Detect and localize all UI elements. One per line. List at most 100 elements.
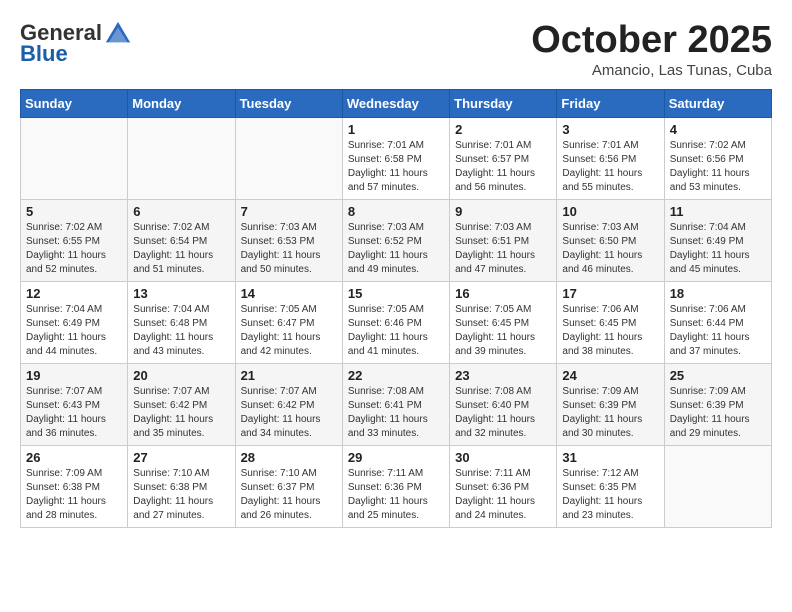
day-number: 2 bbox=[455, 122, 551, 137]
day-info: Sunrise: 7:09 AM Sunset: 6:39 PM Dayligh… bbox=[670, 385, 766, 441]
day-number: 31 bbox=[562, 450, 658, 465]
calendar-cell: 21Sunrise: 7:07 AM Sunset: 6:42 PM Dayli… bbox=[235, 363, 342, 445]
weekday-header-row: SundayMondayTuesdayWednesdayThursdayFrid… bbox=[21, 89, 772, 117]
day-info: Sunrise: 7:09 AM Sunset: 6:38 PM Dayligh… bbox=[26, 467, 122, 523]
day-info: Sunrise: 7:11 AM Sunset: 6:36 PM Dayligh… bbox=[455, 467, 551, 523]
weekday-thursday: Thursday bbox=[450, 89, 557, 117]
day-info: Sunrise: 7:03 AM Sunset: 6:51 PM Dayligh… bbox=[455, 221, 551, 277]
title-block: October 2025 Amancio, Las Tunas, Cuba bbox=[531, 20, 772, 79]
calendar-cell: 31 Sunrise: 7:12 AM Sunset: 6:35 PM Dayli… bbox=[557, 445, 664, 527]
weekday-sunday: Sunday bbox=[21, 89, 128, 117]
day-number: 8 bbox=[348, 204, 444, 219]
calendar-cell bbox=[235, 117, 342, 199]
day-number: 14 bbox=[241, 286, 337, 301]
day-info: Sunrise: 7:07 AM Sunset: 6:42 PM Dayligh… bbox=[133, 385, 229, 441]
calendar-cell: 18 Sunrise: 7:06 AM Sunset: 6:44 PM Dayli… bbox=[664, 281, 771, 363]
calendar-cell: 20Sunrise: 7:07 AM Sunset: 6:42 PM Dayli… bbox=[128, 363, 235, 445]
day-number: 27 bbox=[133, 450, 229, 465]
calendar-week-3: 12 Sunrise: 7:04 AM Sunset: 6:49 PM Dayli… bbox=[21, 281, 772, 363]
calendar-cell: 29 Sunrise: 7:11 AM Sunset: 6:36 PM Dayli… bbox=[342, 445, 449, 527]
logo: General Blue bbox=[20, 20, 134, 66]
calendar-cell: 11 Sunrise: 7:04 AM Sunset: 6:49 PM Dayli… bbox=[664, 199, 771, 281]
day-info: Sunrise: 7:07 AM Sunset: 6:43 PM Dayligh… bbox=[26, 385, 122, 441]
weekday-wednesday: Wednesday bbox=[342, 89, 449, 117]
logo-icon bbox=[104, 20, 132, 48]
day-number: 12 bbox=[26, 286, 122, 301]
day-info: Sunrise: 7:05 AM Sunset: 6:47 PM Dayligh… bbox=[241, 303, 337, 359]
day-info: Sunrise: 7:01 AM Sunset: 6:58 PM Dayligh… bbox=[348, 139, 444, 195]
calendar-week-2: 5Sunrise: 7:02 AM Sunset: 6:55 PM Daylig… bbox=[21, 199, 772, 281]
day-info: Sunrise: 7:03 AM Sunset: 6:52 PM Dayligh… bbox=[348, 221, 444, 277]
day-number: 30 bbox=[455, 450, 551, 465]
day-number: 9 bbox=[455, 204, 551, 219]
calendar-cell: 30 Sunrise: 7:11 AM Sunset: 6:36 PM Dayli… bbox=[450, 445, 557, 527]
calendar-cell: 14 Sunrise: 7:05 AM Sunset: 6:47 PM Dayli… bbox=[235, 281, 342, 363]
day-number: 16 bbox=[455, 286, 551, 301]
day-info: Sunrise: 7:11 AM Sunset: 6:36 PM Dayligh… bbox=[348, 467, 444, 523]
day-number: 19 bbox=[26, 368, 122, 383]
calendar-cell: 4 Sunrise: 7:02 AM Sunset: 6:56 PM Daylig… bbox=[664, 117, 771, 199]
weekday-tuesday: Tuesday bbox=[235, 89, 342, 117]
day-number: 4 bbox=[670, 122, 766, 137]
day-number: 11 bbox=[670, 204, 766, 219]
calendar-cell bbox=[664, 445, 771, 527]
day-number: 10 bbox=[562, 204, 658, 219]
weekday-saturday: Saturday bbox=[664, 89, 771, 117]
calendar-cell: 24Sunrise: 7:09 AM Sunset: 6:39 PM Dayli… bbox=[557, 363, 664, 445]
calendar-cell: 7 Sunrise: 7:03 AM Sunset: 6:53 PM Daylig… bbox=[235, 199, 342, 281]
day-info: Sunrise: 7:06 AM Sunset: 6:44 PM Dayligh… bbox=[670, 303, 766, 359]
day-info: Sunrise: 7:04 AM Sunset: 6:49 PM Dayligh… bbox=[26, 303, 122, 359]
calendar-cell: 12 Sunrise: 7:04 AM Sunset: 6:49 PM Dayli… bbox=[21, 281, 128, 363]
day-info: Sunrise: 7:02 AM Sunset: 6:54 PM Dayligh… bbox=[133, 221, 229, 277]
month-title: October 2025 bbox=[531, 20, 772, 62]
calendar-cell: 19 Sunrise: 7:07 AM Sunset: 6:43 PM Dayli… bbox=[21, 363, 128, 445]
calendar-cell: 10 Sunrise: 7:03 AM Sunset: 6:50 PM Dayli… bbox=[557, 199, 664, 281]
calendar-cell: 1 Sunrise: 7:01 AM Sunset: 6:58 PM Daylig… bbox=[342, 117, 449, 199]
day-info: Sunrise: 7:09 AM Sunset: 6:39 PM Dayligh… bbox=[562, 385, 658, 441]
day-number: 18 bbox=[670, 286, 766, 301]
day-info: Sunrise: 7:12 AM Sunset: 6:35 PM Dayligh… bbox=[562, 467, 658, 523]
day-number: 5 bbox=[26, 204, 122, 219]
weekday-monday: Monday bbox=[128, 89, 235, 117]
calendar-cell: 17 Sunrise: 7:06 AM Sunset: 6:45 PM Dayli… bbox=[557, 281, 664, 363]
day-info: Sunrise: 7:04 AM Sunset: 6:48 PM Dayligh… bbox=[133, 303, 229, 359]
page-header: General Blue October 2025 Amancio, Las T… bbox=[20, 20, 772, 79]
calendar-table: SundayMondayTuesdayWednesdayThursdayFrid… bbox=[20, 89, 772, 528]
day-info: Sunrise: 7:08 AM Sunset: 6:41 PM Dayligh… bbox=[348, 385, 444, 441]
day-info: Sunrise: 7:01 AM Sunset: 6:57 PM Dayligh… bbox=[455, 139, 551, 195]
calendar-cell: 6 Sunrise: 7:02 AM Sunset: 6:54 PM Daylig… bbox=[128, 199, 235, 281]
calendar-cell: 28Sunrise: 7:10 AM Sunset: 6:37 PM Dayli… bbox=[235, 445, 342, 527]
day-info: Sunrise: 7:03 AM Sunset: 6:53 PM Dayligh… bbox=[241, 221, 337, 277]
day-number: 15 bbox=[348, 286, 444, 301]
calendar-cell: 16Sunrise: 7:05 AM Sunset: 6:45 PM Dayli… bbox=[450, 281, 557, 363]
calendar-cell: 15Sunrise: 7:05 AM Sunset: 6:46 PM Dayli… bbox=[342, 281, 449, 363]
day-number: 1 bbox=[348, 122, 444, 137]
calendar-cell: 25Sunrise: 7:09 AM Sunset: 6:39 PM Dayli… bbox=[664, 363, 771, 445]
day-info: Sunrise: 7:06 AM Sunset: 6:45 PM Dayligh… bbox=[562, 303, 658, 359]
day-number: 7 bbox=[241, 204, 337, 219]
calendar-cell: 3 Sunrise: 7:01 AM Sunset: 6:56 PM Daylig… bbox=[557, 117, 664, 199]
calendar-cell bbox=[128, 117, 235, 199]
day-number: 17 bbox=[562, 286, 658, 301]
day-info: Sunrise: 7:01 AM Sunset: 6:56 PM Dayligh… bbox=[562, 139, 658, 195]
day-number: 29 bbox=[348, 450, 444, 465]
calendar-cell bbox=[21, 117, 128, 199]
day-info: Sunrise: 7:08 AM Sunset: 6:40 PM Dayligh… bbox=[455, 385, 551, 441]
calendar-cell: 23 Sunrise: 7:08 AM Sunset: 6:40 PM Dayli… bbox=[450, 363, 557, 445]
calendar-cell: 13Sunrise: 7:04 AM Sunset: 6:48 PM Dayli… bbox=[128, 281, 235, 363]
calendar-cell: 26 Sunrise: 7:09 AM Sunset: 6:38 PM Dayli… bbox=[21, 445, 128, 527]
day-info: Sunrise: 7:10 AM Sunset: 6:38 PM Dayligh… bbox=[133, 467, 229, 523]
day-info: Sunrise: 7:04 AM Sunset: 6:49 PM Dayligh… bbox=[670, 221, 766, 277]
day-number: 26 bbox=[26, 450, 122, 465]
day-info: Sunrise: 7:10 AM Sunset: 6:37 PM Dayligh… bbox=[241, 467, 337, 523]
calendar-week-5: 26 Sunrise: 7:09 AM Sunset: 6:38 PM Dayli… bbox=[21, 445, 772, 527]
calendar-cell: 27 Sunrise: 7:10 AM Sunset: 6:38 PM Dayli… bbox=[128, 445, 235, 527]
calendar-cell: 9 Sunrise: 7:03 AM Sunset: 6:51 PM Daylig… bbox=[450, 199, 557, 281]
day-info: Sunrise: 7:03 AM Sunset: 6:50 PM Dayligh… bbox=[562, 221, 658, 277]
day-number: 23 bbox=[455, 368, 551, 383]
calendar-cell: 8 Sunrise: 7:03 AM Sunset: 6:52 PM Daylig… bbox=[342, 199, 449, 281]
calendar-week-4: 19 Sunrise: 7:07 AM Sunset: 6:43 PM Dayli… bbox=[21, 363, 772, 445]
day-number: 3 bbox=[562, 122, 658, 137]
day-info: Sunrise: 7:02 AM Sunset: 6:56 PM Dayligh… bbox=[670, 139, 766, 195]
day-number: 6 bbox=[133, 204, 229, 219]
